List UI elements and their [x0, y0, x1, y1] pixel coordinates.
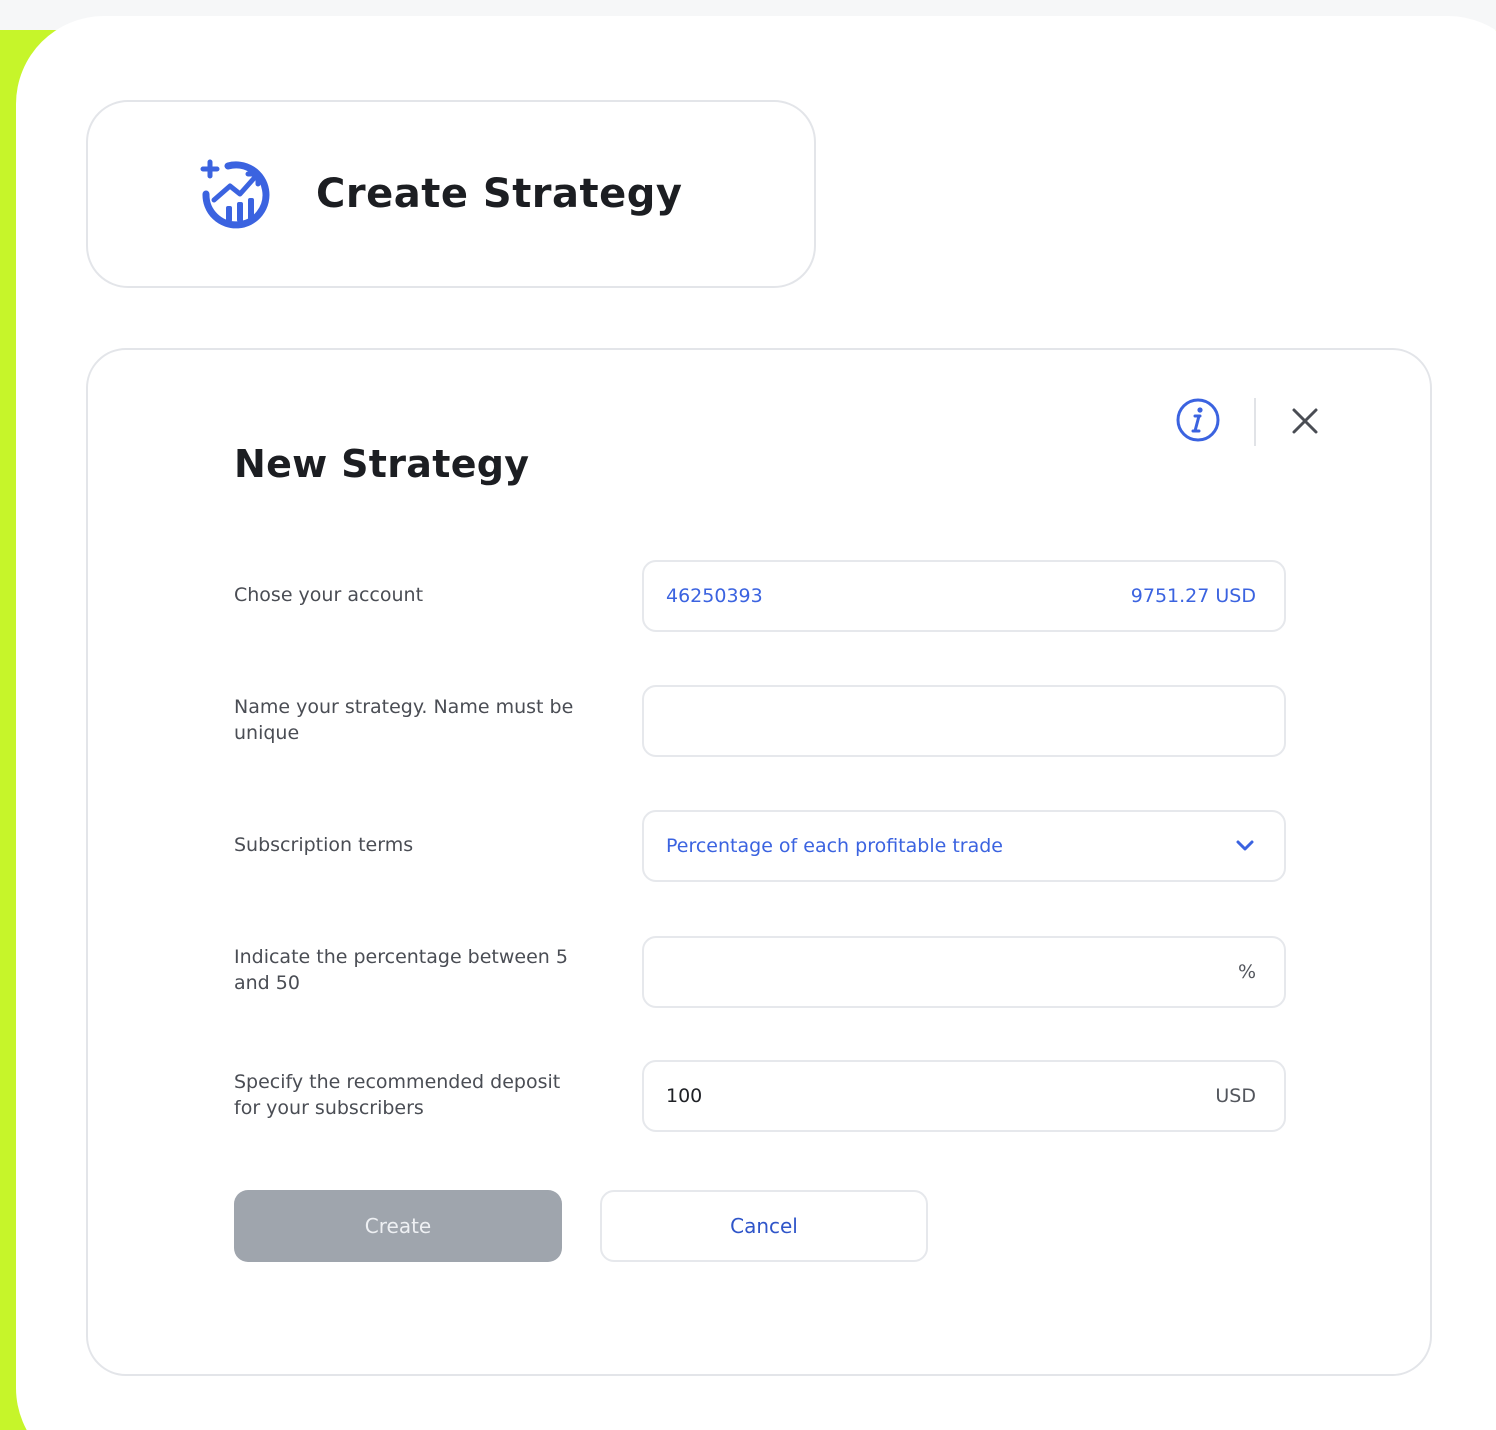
- deposit-input[interactable]: [666, 1062, 1216, 1130]
- account-select[interactable]: 46250393 9751.27 USD: [642, 560, 1286, 632]
- percentage-label: Indicate the percentage between 5 and 50: [234, 946, 568, 994]
- subscription-terms-value: Percentage of each profitable trade: [666, 835, 1003, 857]
- modal-title: New Strategy: [234, 442, 530, 486]
- create-strategy-card[interactable]: Create Strategy: [86, 100, 816, 288]
- strategy-name-input[interactable]: [666, 687, 1256, 755]
- subscription-terms-select[interactable]: Percentage of each profitable trade: [642, 810, 1286, 882]
- chevron-down-icon: [1236, 840, 1254, 851]
- percentage-suffix: %: [1237, 961, 1256, 983]
- deposit-label: Specify the recommended deposit for your…: [234, 1071, 561, 1119]
- header-divider: [1254, 398, 1256, 446]
- percentage-input[interactable]: [666, 938, 1238, 1006]
- new-strategy-modal: New Strategy Chose your account 46250393…: [86, 348, 1432, 1376]
- percentage-field[interactable]: %: [642, 936, 1286, 1008]
- close-icon[interactable]: [1288, 404, 1322, 438]
- strategy-name-label: Name your strategy. Name must be unique: [234, 696, 574, 744]
- account-label: Chose your account: [234, 584, 424, 606]
- account-balance: 9751.27 USD: [1130, 585, 1256, 607]
- create-button[interactable]: Create: [234, 1190, 562, 1262]
- strategy-name-field[interactable]: [642, 685, 1286, 757]
- deposit-suffix: USD: [1215, 1085, 1256, 1107]
- cancel-button[interactable]: Cancel: [600, 1190, 928, 1262]
- strategy-chart-icon: [200, 159, 270, 229]
- subscription-terms-label: Subscription terms: [234, 834, 414, 856]
- deposit-field[interactable]: USD: [642, 1060, 1286, 1132]
- create-strategy-title: Create Strategy: [316, 171, 683, 217]
- account-number: 46250393: [666, 585, 763, 607]
- info-icon[interactable]: [1174, 396, 1222, 444]
